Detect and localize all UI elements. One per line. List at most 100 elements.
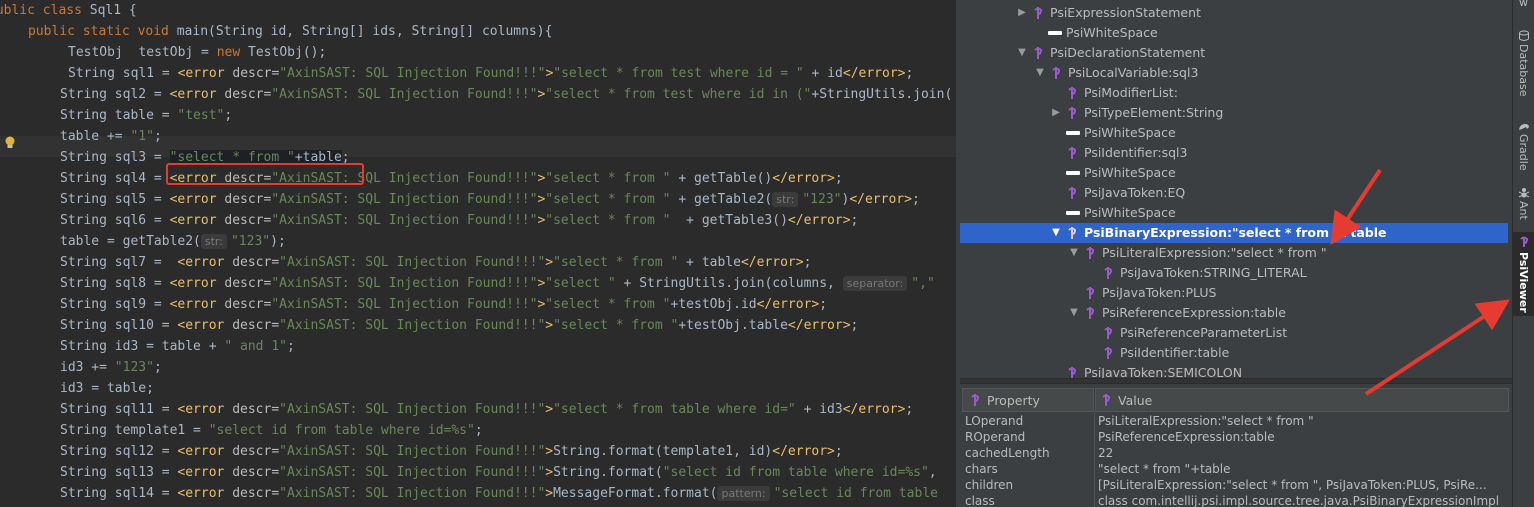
property-row[interactable]: cachedLength 22	[960, 445, 1512, 461]
psi-node-icon	[1102, 394, 1111, 406]
tree-node[interactable]: PsiIdentifier:sql3	[960, 143, 1508, 163]
code-token: String.format(template1, id)	[553, 444, 773, 459]
code-token: TestObj();	[248, 45, 327, 60]
tree-node[interactable]: ▼ PsiReferenceExpression:table	[960, 303, 1508, 323]
tool-button-ant[interactable]: Ant	[1513, 184, 1534, 224]
code-token: id3 = table;	[60, 381, 154, 396]
code-token: "AxinSAST: SQL Injection Found!!!"	[271, 213, 538, 228]
code-token: descr=	[224, 192, 272, 207]
code-line: id3 += "123";	[60, 357, 162, 378]
code-token: descr=	[232, 465, 280, 480]
code-token: >	[545, 318, 554, 333]
chevron-down-icon[interactable]: ▼	[1068, 243, 1080, 263]
tool-button-partial[interactable]: w	[1513, 0, 1534, 14]
code-token: + getTable2(	[670, 192, 773, 207]
property-row[interactable]: chars "select * from "+table	[960, 461, 1512, 477]
code-token: </error>	[842, 402, 906, 417]
chevron-down-icon[interactable]: ▼	[1034, 63, 1046, 83]
code-token: </error>	[772, 444, 835, 459]
code-token: <error	[177, 486, 233, 501]
tree-node[interactable]: PsiWhiteSpace	[960, 163, 1508, 183]
tree-node[interactable]: ▶ PsiExpressionStatement	[960, 3, 1508, 23]
code-line: String sql11 = <error descr="AxinSAST: S…	[60, 399, 913, 420]
code-token: </error>	[740, 255, 804, 270]
psi-node-icon	[1068, 147, 1077, 159]
tool-button-psiviewer[interactable]: PsiViewer	[1513, 232, 1534, 316]
chevron-right-icon[interactable]: ▶	[1050, 103, 1062, 123]
psi-node-icon	[1068, 87, 1077, 99]
code-token: ;	[153, 129, 162, 144]
property-row[interactable]: class class com.intellij.psi.impl.source.…	[960, 493, 1512, 507]
code-token: MessageFormat.format(	[553, 486, 718, 501]
lightbulb-icon[interactable]	[4, 136, 16, 150]
code-token: String sql12 =	[60, 444, 178, 459]
psi-node-icon	[1052, 67, 1061, 79]
tool-button-database[interactable]: Database	[1513, 26, 1534, 102]
tree-node[interactable]: PsiJavaToken:SEMICOLON	[960, 363, 1508, 378]
property-row[interactable]: children [PsiLiteralExpression:"select * …	[960, 477, 1512, 493]
code-token: String sql4 =	[60, 171, 170, 186]
tree-properties-splitter[interactable]	[960, 378, 1512, 384]
code-token: >	[545, 255, 554, 270]
psi-tree[interactable]: ▶ PsiExpressionStatement PsiWhiteSpace ▼ Psi…	[960, 0, 1512, 378]
tree-node[interactable]: PsiIdentifier:table	[960, 343, 1508, 363]
gradle-label: Gradle	[1517, 134, 1530, 171]
tree-node[interactable]: ▼ PsiDeclarationStatement	[960, 43, 1508, 63]
property-row[interactable]: ROperand PsiReferenceExpression:table	[960, 429, 1512, 445]
psi-node-icon	[1034, 47, 1043, 59]
tree-node-label: PsiModifierList:	[1084, 85, 1178, 100]
tree-node[interactable]: PsiJavaToken:EQ	[960, 183, 1508, 203]
code-token: ,	[928, 465, 937, 480]
code-token: "select * from test where id = "	[553, 66, 804, 81]
tree-node[interactable]: PsiJavaToken:PLUS	[960, 283, 1508, 303]
property-key: children	[965, 478, 1014, 492]
chevron-right-icon[interactable]: ▶	[1016, 3, 1028, 23]
tree-node[interactable]: ▶ PsiTypeElement:String	[960, 103, 1508, 123]
code-token: String sql7 =	[60, 255, 178, 270]
code-line: public class Sql1 {	[0, 0, 137, 21]
value-column-header[interactable]: Value	[1095, 388, 1509, 412]
tree-node[interactable]: PsiJavaToken:STRING_LITERAL	[960, 263, 1508, 283]
tree-node-label: PsiJavaToken:STRING_LITERAL	[1120, 265, 1307, 280]
code-token: descr=	[224, 213, 272, 228]
code-token: table = getTable2(	[60, 234, 201, 249]
code-token: <error	[169, 276, 225, 291]
tree-node[interactable]: PsiModifierList:	[960, 83, 1508, 103]
code-token: +testObj.table	[678, 318, 788, 333]
tool-button-gradle[interactable]: Gradle	[1513, 116, 1534, 174]
tree-node[interactable]: ▼ PsiLocalVariable:sql3	[960, 63, 1508, 83]
code-line: String sql1 = <error descr="AxinSAST: SQ…	[68, 63, 913, 84]
code-token: "select * from "	[553, 255, 679, 270]
tree-node[interactable]: PsiWhiteSpace	[960, 203, 1508, 223]
psi-viewer-panel: ▶ PsiExpressionStatement PsiWhiteSpace ▼ Psi…	[960, 0, 1512, 507]
code-token: +testObj.id	[670, 297, 757, 312]
chevron-down-icon[interactable]: ▼	[1016, 43, 1028, 63]
tree-node[interactable]: PsiReferenceParameterList	[960, 323, 1508, 343]
code-token: ","	[911, 276, 935, 291]
tree-node[interactable]: PsiWhiteSpace	[960, 123, 1508, 143]
property-row[interactable]: LOperand PsiLiteralExpression:"select * f…	[960, 413, 1512, 429]
tree-node-selected[interactable]: ▼ PsiBinaryExpression:"select * from "+ta…	[960, 223, 1508, 243]
chevron-down-icon[interactable]: ▼	[1068, 303, 1080, 323]
code-token: +StringUtils.join(	[811, 87, 953, 102]
code-token: </error>	[756, 297, 820, 312]
code-token: ;	[905, 66, 914, 81]
code-token: descr=	[232, 66, 280, 81]
property-column-header[interactable]: Property	[962, 388, 1094, 412]
code-line: TestObj testObj = new TestObj();	[68, 42, 326, 63]
chevron-down-icon[interactable]: ▼	[1050, 223, 1062, 243]
property-key: class	[965, 494, 995, 507]
code-token: ;	[834, 171, 843, 186]
code-editor[interactable]: public class Sql1 {public static void ma…	[0, 0, 960, 507]
property-value: class com.intellij.psi.impl.source.tree.…	[1098, 494, 1500, 507]
code-token: String template1 =	[60, 423, 209, 438]
code-token: <error	[177, 318, 233, 333]
code-token: "AxinSAST: SQL Injection Found!!!"	[271, 297, 538, 312]
code-token: descr=	[224, 297, 272, 312]
code-token: ;	[287, 339, 295, 354]
code-token: String sql13 =	[60, 465, 178, 480]
code-token: + getTable()	[670, 171, 773, 186]
tree-node[interactable]: ▼ PsiLiteralExpression:"select * from "	[960, 243, 1508, 263]
tree-node[interactable]: PsiWhiteSpace	[960, 23, 1508, 43]
psi-node-icon	[1104, 327, 1113, 339]
